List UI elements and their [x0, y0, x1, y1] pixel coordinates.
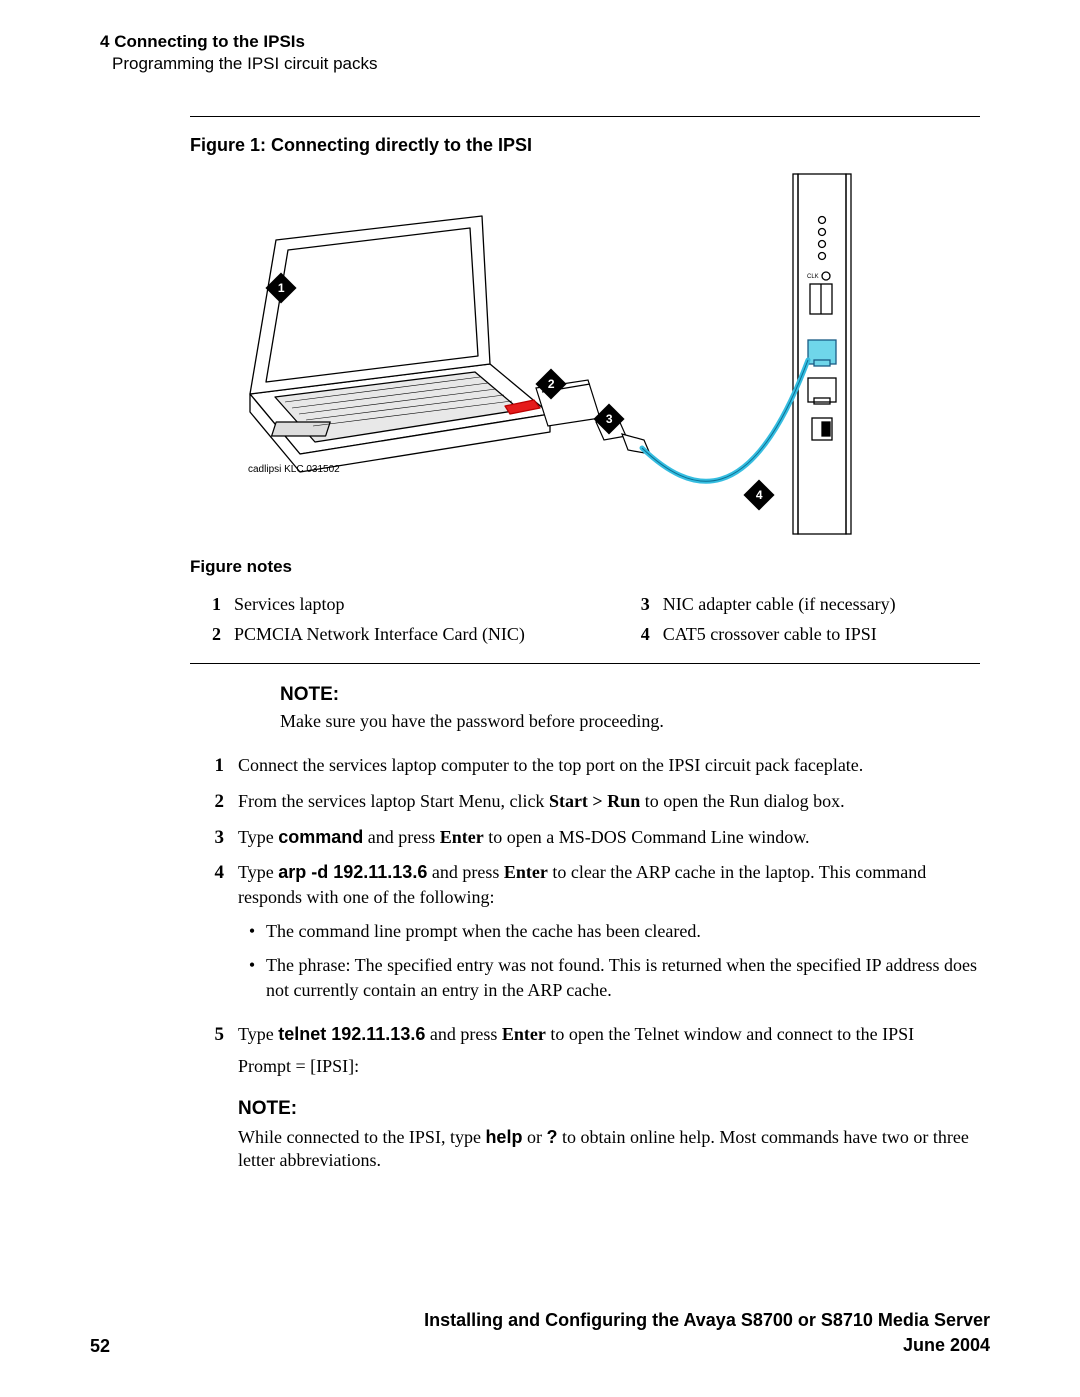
svg-text:CLK: CLK: [807, 274, 819, 280]
figure-caption: Figure 1: Connecting directly to the IPS…: [190, 135, 980, 156]
list-item: 3 Type command and press Enter to open a…: [190, 825, 980, 851]
list-item: 5 Type telnet 192.11.13.6 and press Ente…: [190, 1022, 980, 1173]
note-number: 3: [621, 593, 660, 621]
procedure-steps: 1 Connect the services laptop computer t…: [190, 753, 980, 1172]
list-item: The phrase: The specified entry was not …: [238, 953, 980, 1002]
note-text: CAT5 crossover cable to IPSI: [662, 623, 978, 651]
page-footer: 52 Installing and Configuring the Avaya …: [90, 1308, 990, 1357]
page-number: 52: [90, 1336, 110, 1357]
chapter-title: Connecting to the IPSIs: [114, 32, 305, 51]
table-row: 2 PCMCIA Network Interface Card (NIC) 4 …: [192, 623, 978, 651]
list-item: 4 Type arp -d 192.11.13.6 and press Ente…: [190, 860, 980, 1011]
figure-notes-table: 1 Services laptop 3 NIC adapter cable (i…: [190, 591, 980, 653]
figure-top-rule: [190, 116, 980, 117]
step-body: Type telnet 192.11.13.6 and press Enter …: [238, 1022, 980, 1173]
figure-notes-title: Figure notes: [190, 557, 980, 577]
running-header-chapter: 4 Connecting to the IPSIs: [100, 32, 990, 52]
note-label: NOTE:: [238, 1096, 980, 1122]
list-item: 1 Connect the services laptop computer t…: [190, 753, 980, 779]
diagram-svg: CLK: [190, 164, 980, 549]
note-body: Make sure you have the password before p…: [280, 710, 980, 733]
note-text: PCMCIA Network Interface Card (NIC): [233, 623, 619, 651]
step-body: Type arp -d 192.11.13.6 and press Enter …: [238, 860, 980, 1011]
footer-title: Installing and Configuring the Avaya S87…: [110, 1308, 990, 1357]
note-text: Services laptop: [233, 593, 619, 621]
figure-bottom-rule: [190, 663, 980, 664]
step-body: From the services laptop Start Menu, cli…: [238, 789, 980, 815]
page: 4 Connecting to the IPSIs Programming th…: [0, 0, 1080, 1397]
prompt-line: Prompt = [IPSI]:: [238, 1054, 980, 1078]
step-body: Type command and press Enter to open a M…: [238, 825, 980, 851]
note-block-1: NOTE: Make sure you have the password be…: [280, 684, 980, 733]
figure-credit: cadlipsi KLC 031502: [248, 464, 340, 475]
note-number: 4: [621, 623, 660, 651]
content-area: Figure 1: Connecting directly to the IPS…: [190, 116, 980, 1173]
note-label: NOTE:: [280, 684, 980, 706]
running-header-subsection: Programming the IPSI circuit packs: [112, 54, 990, 74]
note-body: While connected to the IPSI, type help o…: [238, 1126, 980, 1173]
sub-bullets: The command line prompt when the cache h…: [238, 919, 980, 1002]
step-body: Connect the services laptop computer to …: [238, 753, 980, 779]
note-number: 1: [192, 593, 231, 621]
table-row: 1 Services laptop 3 NIC adapter cable (i…: [192, 593, 978, 621]
note-text: NIC adapter cable (if necessary): [662, 593, 978, 621]
chapter-number: 4: [100, 32, 109, 51]
list-item: 2 From the services laptop Start Menu, c…: [190, 789, 980, 815]
list-item: The command line prompt when the cache h…: [238, 919, 980, 943]
note-number: 2: [192, 623, 231, 651]
note-block-2: NOTE: While connected to the IPSI, type …: [238, 1096, 980, 1172]
figure-illustration: CLK: [190, 164, 980, 549]
